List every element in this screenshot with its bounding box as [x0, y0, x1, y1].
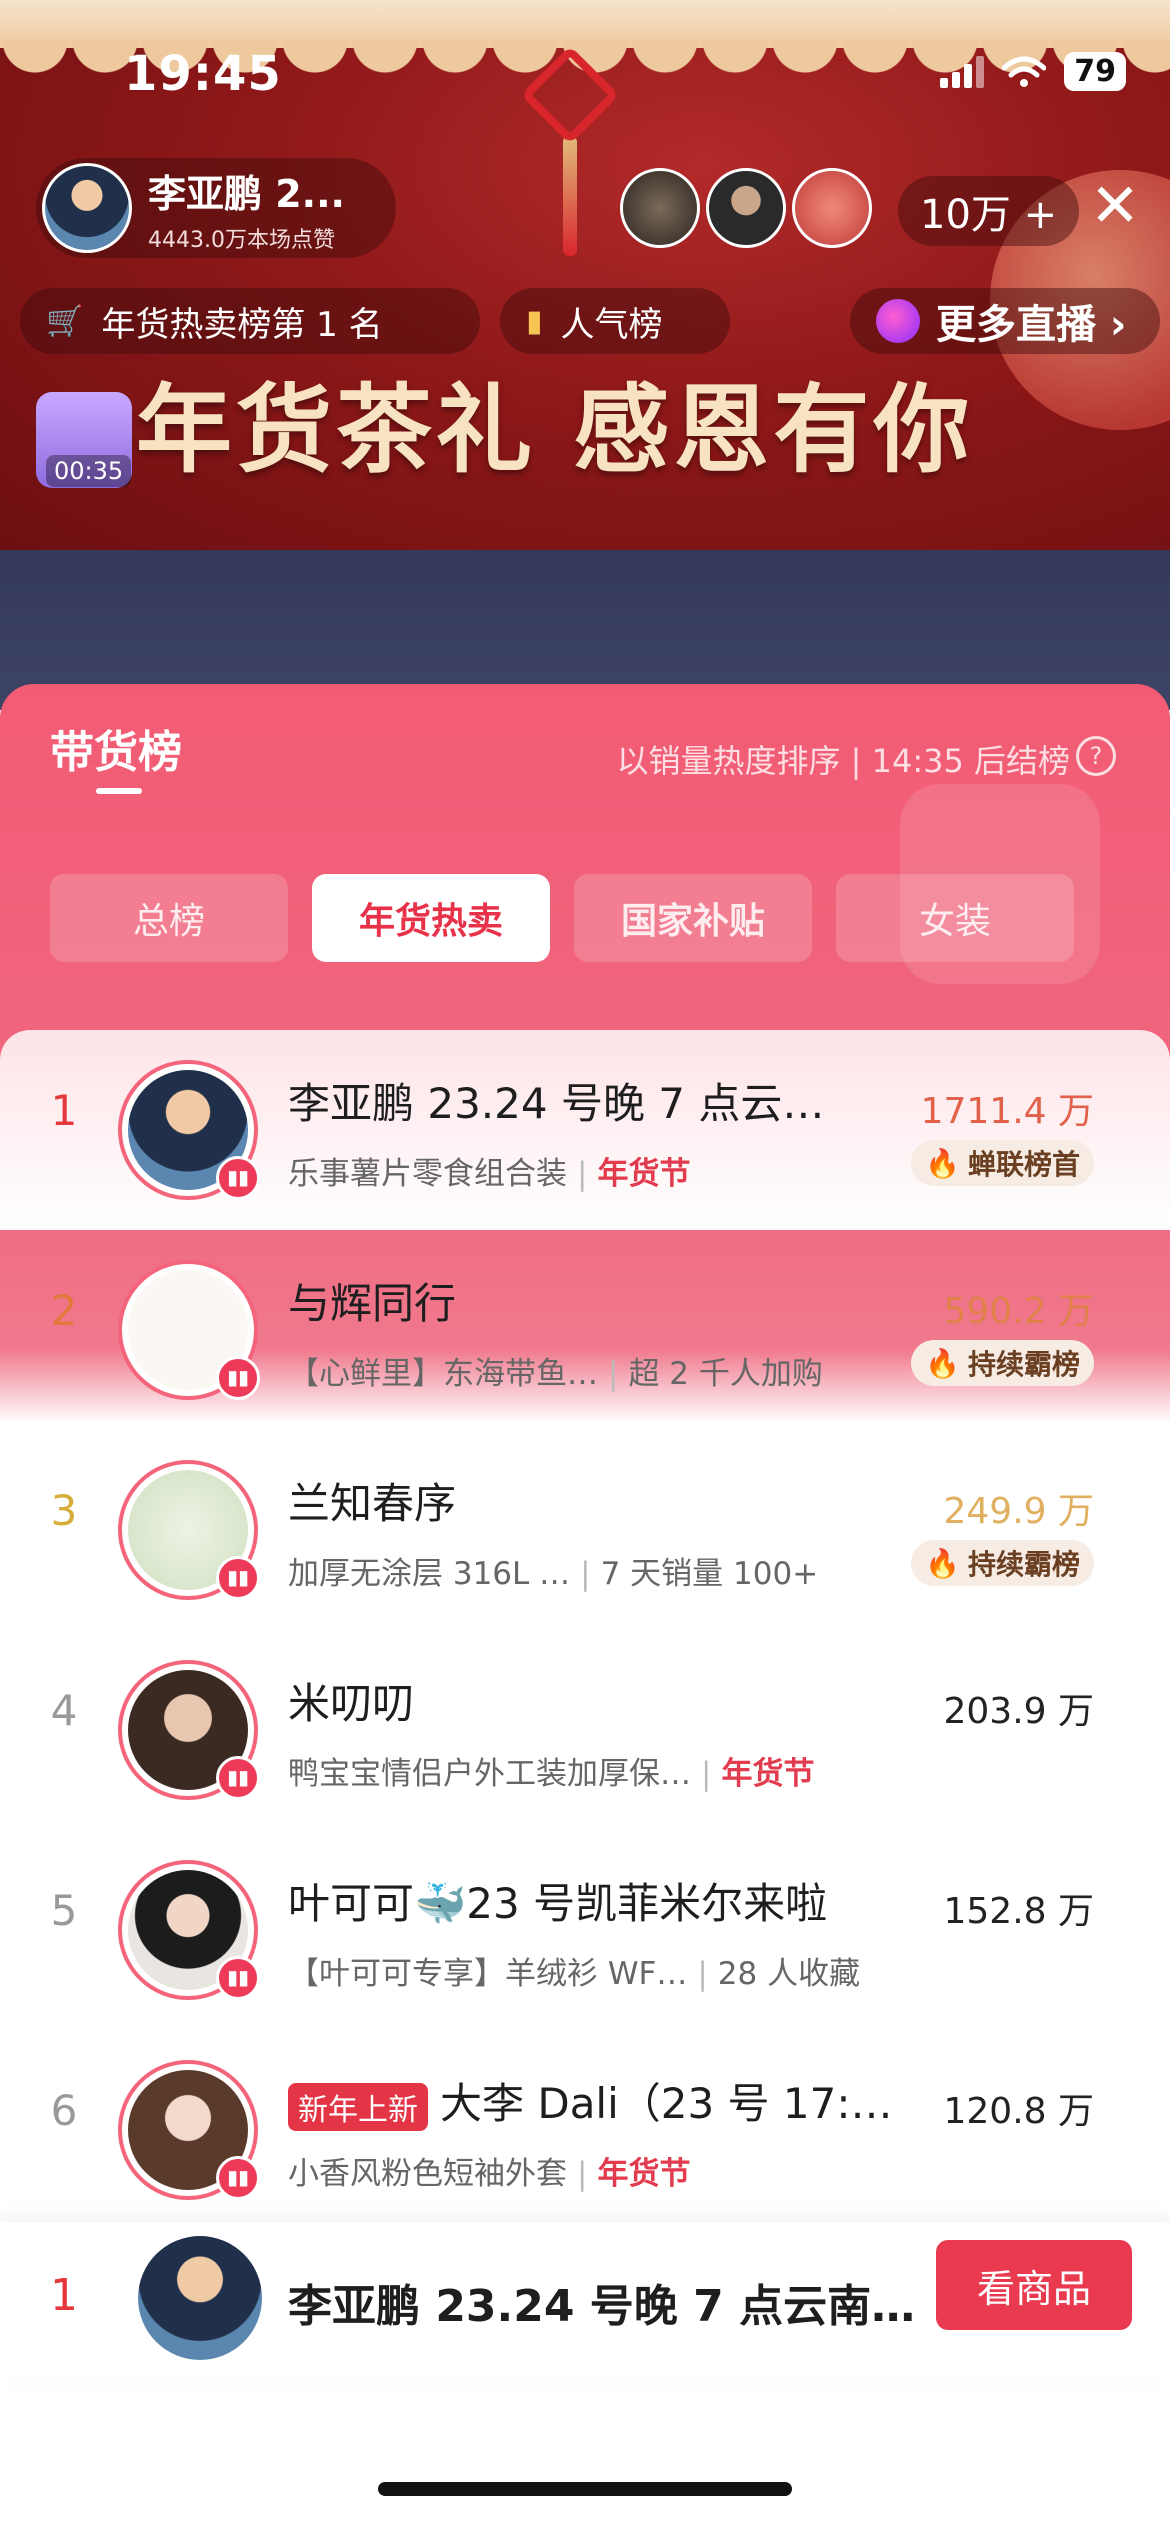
view-products-button[interactable]: 看商品	[936, 2240, 1132, 2330]
streamer-name: 兰知春序	[288, 1479, 457, 1528]
wifi-icon	[1002, 56, 1047, 87]
rank-badge: 🔥 持续霸榜	[911, 1340, 1094, 1386]
streamer-avatar[interactable]: ▮▮	[118, 1660, 260, 1800]
viewer-count[interactable]: 10万 +	[898, 176, 1080, 246]
streamer-avatar[interactable]: ▮▮	[118, 1060, 260, 1200]
popularity-label: 人气榜	[560, 304, 663, 345]
ranking-row[interactable]: 2 ▮▮ 与辉同行 【心鲜里】东海带鱼… | 超 2 千人加购 590.2 万 🔥 持…	[0, 1230, 1170, 1430]
status-icons: 79	[940, 52, 1126, 91]
status-time: 19:45	[124, 46, 282, 102]
live-icon: ▮▮	[216, 1556, 260, 1600]
live-banner: 19:45 79 李亚鹏 2... 4443.0万本场点赞 10万 + ✕ 🛒 …	[0, 0, 1170, 550]
sales-rank-label: 年货热卖榜第 1 名	[101, 304, 383, 345]
more-live-button[interactable]: 更多直播 ›	[850, 288, 1160, 354]
chinese-knot-decoration	[520, 45, 620, 290]
tab-new-year-hot[interactable]: 年货热卖	[312, 874, 550, 962]
ranking-row[interactable]: 5 ▮▮ 叶可可🐳23 号凯菲米尔来啦 【叶可可专享】羊绒衫 WF… | 28 人收…	[0, 1830, 1170, 2030]
item-desc: 鸭宝宝情侣户外工装加厚保… | 年货节	[288, 1756, 815, 1792]
tab-national-subsidy[interactable]: 国家补贴	[574, 874, 812, 962]
home-indicator[interactable]	[378, 2482, 792, 2496]
rank-number: 2	[50, 1286, 78, 1335]
flame-icon: 🔥	[925, 1346, 960, 1380]
sales-value: 152.8 万	[943, 1891, 1094, 1932]
live-icon: ▮▮	[216, 1756, 260, 1800]
ranking-tabs: 总榜 年货热卖 国家补贴 女装	[50, 874, 1074, 962]
item-desc: 小香风粉色短袖外套 | 年货节	[288, 2156, 691, 2192]
tab-womenswear[interactable]: 女装	[836, 874, 1074, 962]
viewer-avatar[interactable]	[792, 168, 872, 248]
live-icon: ▮▮	[216, 1156, 260, 1200]
rank-number: 4	[50, 1686, 78, 1735]
live-icon: ▮▮	[216, 2156, 260, 2200]
sales-value: 120.8 万	[943, 2091, 1094, 2132]
sales-rank-chip[interactable]: 🛒 年货热卖榜第 1 名	[20, 288, 480, 354]
ranking-row[interactable]: 4 ▮▮ 米叨叨 鸭宝宝情侣户外工装加厚保… | 年货节 203.9 万	[0, 1630, 1170, 1830]
live-icon: ▮▮	[216, 1356, 260, 1400]
battery-indicator: 79	[1064, 52, 1126, 91]
popularity-chip[interactable]: ▮ 人气榜	[500, 288, 730, 354]
ranking-row[interactable]: 3 ▮▮ 兰知春序 加厚无涂层 316L … | 7 天销量 100+ 249.9 …	[0, 1430, 1170, 1630]
flame-icon: 🔥	[925, 1146, 960, 1180]
ranking-row[interactable]: 6 ▮▮ 新年上新 大李 Dali（23 号 17:… 小香风粉色短袖外套 | 年货节…	[0, 2030, 1170, 2230]
current-rank: 1	[50, 2270, 78, 2321]
signal-icon	[940, 55, 985, 88]
promo-slogan: 年货茶礼 感恩有你	[136, 373, 974, 486]
item-desc: 乐事薯片零食组合装 | 年货节	[288, 1156, 691, 1192]
live-icon: ▮▮	[216, 1956, 260, 2000]
sales-value: 203.9 万	[943, 1691, 1094, 1732]
host-info-pill[interactable]: 李亚鹏 2... 4443.0万本场点赞	[36, 158, 396, 258]
rank-number: 6	[50, 2086, 78, 2135]
viewer-avatar[interactable]	[706, 168, 786, 248]
new-arrival-tag: 新年上新	[288, 2082, 428, 2131]
rank-badge: 🔥 蝉联榜首	[911, 1140, 1094, 1186]
current-streamer-avatar[interactable]	[138, 2236, 262, 2360]
streamer-avatar[interactable]: ▮▮	[118, 1860, 260, 2000]
ranking-list: 1 ▮▮ 李亚鹏 23.24 号晚 7 点云… 乐事薯片零食组合装 | 年货节 17…	[0, 1030, 1170, 2230]
bar-chart-icon: ▮	[526, 303, 543, 339]
bag-timer: 00:35	[46, 455, 132, 487]
help-icon[interactable]: ?	[1076, 736, 1116, 776]
streamer-name: 与辉同行	[288, 1279, 457, 1328]
current-streamer-name: 李亚鹏 23.24 号晚 7 点云南…	[288, 2281, 916, 2332]
streamer-name: 李亚鹏 23.24 号晚 7 点云…	[288, 1079, 825, 1128]
rank-number: 3	[50, 1486, 78, 1535]
host-avatar[interactable]	[42, 163, 132, 253]
panel-title: 带货榜	[50, 727, 182, 778]
sales-value: 249.9 万	[943, 1491, 1094, 1532]
rank-number: 5	[50, 1886, 78, 1935]
streamer-avatar[interactable]: ▮▮	[118, 1260, 260, 1400]
more-live-label: 更多直播 ›	[936, 302, 1127, 348]
rank-badge: 🔥 持续霸榜	[911, 1540, 1094, 1586]
streamer-avatar[interactable]: ▮▮	[118, 2060, 260, 2200]
title-underline	[96, 788, 142, 794]
viewer-avatars[interactable]	[620, 168, 878, 248]
host-likes: 4443.0万本场点赞	[148, 227, 335, 253]
tab-overall[interactable]: 总榜	[50, 874, 288, 962]
live-orb-icon	[876, 299, 920, 343]
streamer-avatar[interactable]: ▮▮	[118, 1460, 260, 1600]
item-desc: 【心鲜里】东海带鱼… | 超 2 千人加购	[288, 1356, 823, 1392]
sales-value: 1711.4 万	[920, 1091, 1094, 1132]
close-icon[interactable]: ✕	[1085, 176, 1145, 236]
host-name: 李亚鹏 2...	[148, 171, 345, 216]
sort-info: 以销量热度排序 | 14:35 后结榜	[616, 742, 1070, 780]
streamer-name: 叶可可🐳23 号凯菲米尔来啦	[288, 1879, 828, 1928]
streamer-name: 新年上新 大李 Dali（23 号 17:…	[288, 2070, 893, 2131]
flame-icon: 🔥	[925, 1546, 960, 1580]
ranking-row[interactable]: 1 ▮▮ 李亚鹏 23.24 号晚 7 点云… 乐事薯片零食组合装 | 年货节 17…	[0, 1030, 1170, 1230]
item-desc: 【叶可可专享】羊绒衫 WF… | 28 人收藏	[288, 1956, 861, 1992]
viewer-avatar[interactable]	[620, 168, 700, 248]
current-streamer-bar[interactable]: 1 李亚鹏 23.24 号晚 7 点云南… 看商品	[0, 2222, 1170, 2382]
streamer-name: 米叨叨	[288, 1679, 415, 1728]
cart-icon: 🛒	[46, 303, 84, 339]
item-desc: 加厚无涂层 316L … | 7 天销量 100+	[288, 1556, 819, 1592]
rank-number: 1	[50, 1086, 78, 1135]
sales-value: 590.2 万	[943, 1291, 1094, 1332]
